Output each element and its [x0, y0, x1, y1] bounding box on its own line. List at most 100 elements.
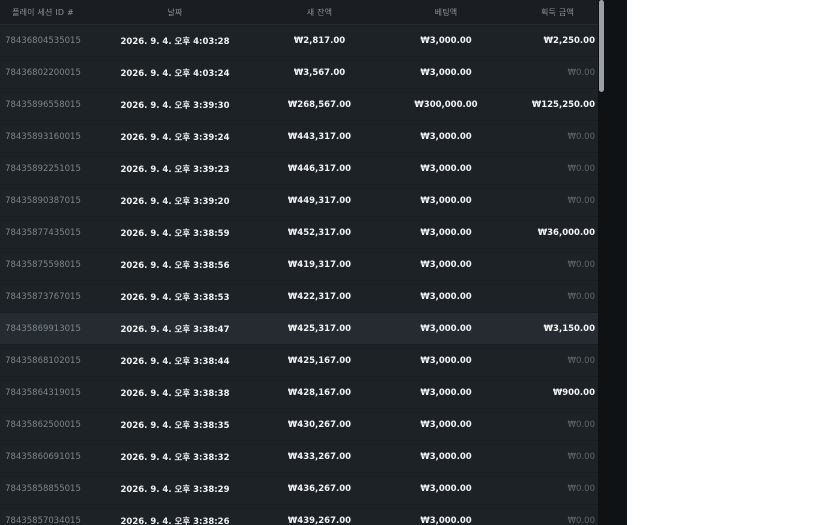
table-row[interactable]: 78435858855015 2026. 9. 4. 오후 3:38:29 ₩436…: [0, 473, 598, 505]
table-row[interactable]: 78435873767015 2026. 9. 4. 오후 3:38:53 ₩422…: [0, 281, 598, 313]
date-cell: 2026. 9. 4. 오후 4:03:24: [120, 68, 230, 79]
bet-amount-cell: ₩3,000.00: [420, 259, 472, 270]
table-header: 플레이 세션 ID # 날짜 새 잔액 베팅액 획득 금액: [0, 0, 598, 25]
win-amount-cell: ₩0.00: [567, 515, 595, 525]
new-balance-cell: ₩2,817.00: [293, 35, 346, 46]
table-body: 78436804535015 2026. 9. 4. 오후 4:03:28 ₩2,8…: [0, 25, 598, 525]
table-row[interactable]: 78435896558015 2026. 9. 4. 오후 3:39:30 ₩268…: [0, 89, 598, 121]
session-id-cell: 78435896558015: [5, 99, 81, 110]
table-row[interactable]: 78435868102015 2026. 9. 4. 오후 3:38:44 ₩425…: [0, 345, 598, 377]
win-amount-cell: ₩0.00: [567, 259, 595, 270]
header-bet-amount: 베팅액: [434, 7, 458, 17]
bet-amount-cell: ₩3,000.00: [420, 227, 472, 238]
date-cell: 2026. 9. 4. 오후 3:38:56: [120, 260, 230, 271]
new-balance-cell: ₩422,317.00: [287, 291, 352, 302]
win-amount-cell: ₩0.00: [567, 291, 595, 302]
date-cell: 2026. 9. 4. 오후 4:03:28: [120, 36, 230, 47]
table-row[interactable]: 78435890387015 2026. 9. 4. 오후 3:39:20 ₩449…: [0, 185, 598, 217]
win-amount-cell: ₩2,250.00: [543, 35, 595, 46]
win-amount-cell: ₩0.00: [567, 483, 595, 494]
table-row[interactable]: 78435864319015 2026. 9. 4. 오후 3:38:38 ₩428…: [0, 377, 598, 409]
session-history-table: 플레이 세션 ID # 날짜 새 잔액 베팅액 획득 금액 7843680453…: [0, 0, 598, 525]
new-balance-cell: ₩3,567.00: [293, 67, 346, 78]
session-id-cell: 78436804535015: [5, 35, 81, 46]
new-balance-cell: ₩425,167.00: [287, 355, 352, 366]
new-balance-cell: ₩433,267.00: [287, 451, 352, 462]
win-amount-cell: ₩0.00: [567, 195, 595, 206]
header-win-amount: 획득 금액: [541, 7, 574, 17]
bet-amount-cell: ₩3,000.00: [420, 131, 472, 142]
date-cell: 2026. 9. 4. 오후 3:38:38: [120, 388, 230, 399]
bet-amount-cell: ₩3,000.00: [420, 195, 472, 206]
bet-amount-cell: ₩3,000.00: [420, 323, 472, 334]
header-session-id: 플레이 세션 ID #: [12, 7, 74, 17]
win-amount-cell: ₩0.00: [567, 355, 595, 366]
win-amount-cell: ₩0.00: [567, 419, 595, 430]
table-row[interactable]: 78435877435015 2026. 9. 4. 오후 3:38:59 ₩452…: [0, 217, 598, 249]
bet-amount-cell: ₩3,000.00: [420, 355, 472, 366]
date-cell: 2026. 9. 4. 오후 3:38:35: [120, 420, 230, 431]
win-amount-cell: ₩0.00: [567, 131, 595, 142]
session-id-cell: 78435869913015: [5, 323, 81, 334]
bet-amount-cell: ₩3,000.00: [420, 451, 472, 462]
table-row[interactable]: 78435875598015 2026. 9. 4. 오후 3:38:56 ₩419…: [0, 249, 598, 281]
table-row[interactable]: 78435869913015 2026. 9. 4. 오후 3:38:47 ₩425…: [0, 313, 598, 345]
date-cell: 2026. 9. 4. 오후 3:39:23: [120, 164, 230, 175]
bet-amount-cell: ₩3,000.00: [420, 163, 472, 174]
win-amount-cell: ₩0.00: [567, 163, 595, 174]
table-row[interactable]: 78435857034015 2026. 9. 4. 오후 3:38:26 ₩439…: [0, 505, 598, 525]
session-id-cell: 78435893160015: [5, 131, 81, 142]
table-row[interactable]: 78436804535015 2026. 9. 4. 오후 4:03:28 ₩2,8…: [0, 25, 598, 57]
table-row[interactable]: 78435860691015 2026. 9. 4. 오후 3:38:32 ₩433…: [0, 441, 598, 473]
win-amount-cell: ₩900.00: [552, 387, 595, 398]
bet-amount-cell: ₩3,000.00: [420, 67, 472, 78]
bet-amount-cell: ₩3,000.00: [420, 387, 472, 398]
date-cell: 2026. 9. 4. 오후 3:39:30: [120, 100, 230, 111]
new-balance-cell: ₩452,317.00: [287, 227, 352, 238]
date-cell: 2026. 9. 4. 오후 3:38:47: [120, 324, 230, 335]
date-cell: 2026. 9. 4. 오후 3:38:44: [120, 356, 230, 367]
new-balance-cell: ₩443,317.00: [287, 131, 352, 142]
win-amount-cell: ₩0.00: [567, 67, 595, 78]
session-id-cell: 78435892251015: [5, 163, 81, 174]
table-row[interactable]: 78436802200015 2026. 9. 4. 오후 4:03:24 ₩3,5…: [0, 57, 598, 89]
new-balance-cell: ₩419,317.00: [287, 259, 352, 270]
session-id-cell: 78435873767015: [5, 291, 81, 302]
new-balance-cell: ₩436,267.00: [287, 483, 352, 494]
new-balance-cell: ₩446,317.00: [287, 163, 352, 174]
table-row[interactable]: 78435892251015 2026. 9. 4. 오후 3:39:23 ₩446…: [0, 153, 598, 185]
scrollbar-thumb[interactable]: [599, 0, 604, 92]
date-cell: 2026. 9. 4. 오후 3:39:24: [120, 132, 230, 143]
session-id-cell: 78435860691015: [5, 451, 81, 462]
bet-amount-cell: ₩3,000.00: [420, 419, 472, 430]
win-amount-cell: ₩125,250.00: [531, 99, 595, 110]
table-row[interactable]: 78435862500015 2026. 9. 4. 오후 3:38:35 ₩430…: [0, 409, 598, 441]
session-id-cell: 78435864319015: [5, 387, 81, 398]
new-balance-cell: ₩428,167.00: [287, 387, 352, 398]
session-id-cell: 78436802200015: [5, 67, 81, 78]
new-balance-cell: ₩439,267.00: [287, 515, 352, 525]
bet-amount-cell: ₩3,000.00: [420, 291, 472, 302]
table-row[interactable]: 78435893160015 2026. 9. 4. 오후 3:39:24 ₩443…: [0, 121, 598, 153]
bet-amount-cell: ₩3,000.00: [420, 35, 472, 46]
session-id-cell: 78435858855015: [5, 483, 81, 494]
bet-amount-cell: ₩3,000.00: [420, 515, 472, 525]
date-cell: 2026. 9. 4. 오후 3:38:32: [120, 452, 230, 463]
win-amount-cell: ₩0.00: [567, 451, 595, 462]
bet-amount-cell: ₩3,000.00: [420, 483, 472, 494]
header-new-balance: 새 잔액: [306, 7, 333, 17]
new-balance-cell: ₩425,317.00: [287, 323, 352, 334]
session-id-cell: 78435877435015: [5, 227, 81, 238]
session-id-cell: 78435868102015: [5, 355, 81, 366]
date-cell: 2026. 9. 4. 오후 3:38:29: [120, 484, 230, 495]
session-id-cell: 78435857034015: [5, 515, 81, 525]
session-id-cell: 78435862500015: [5, 419, 81, 430]
vertical-scrollbar[interactable]: [598, 0, 606, 525]
date-cell: 2026. 9. 4. 오후 3:38:26: [120, 516, 230, 525]
new-balance-cell: ₩268,567.00: [287, 99, 352, 110]
date-cell: 2026. 9. 4. 오후 3:39:20: [120, 196, 230, 207]
date-cell: 2026. 9. 4. 오후 3:38:53: [120, 292, 230, 303]
session-id-cell: 78435875598015: [5, 259, 81, 270]
bet-amount-cell: ₩300,000.00: [414, 99, 478, 110]
session-id-cell: 78435890387015: [5, 195, 81, 206]
